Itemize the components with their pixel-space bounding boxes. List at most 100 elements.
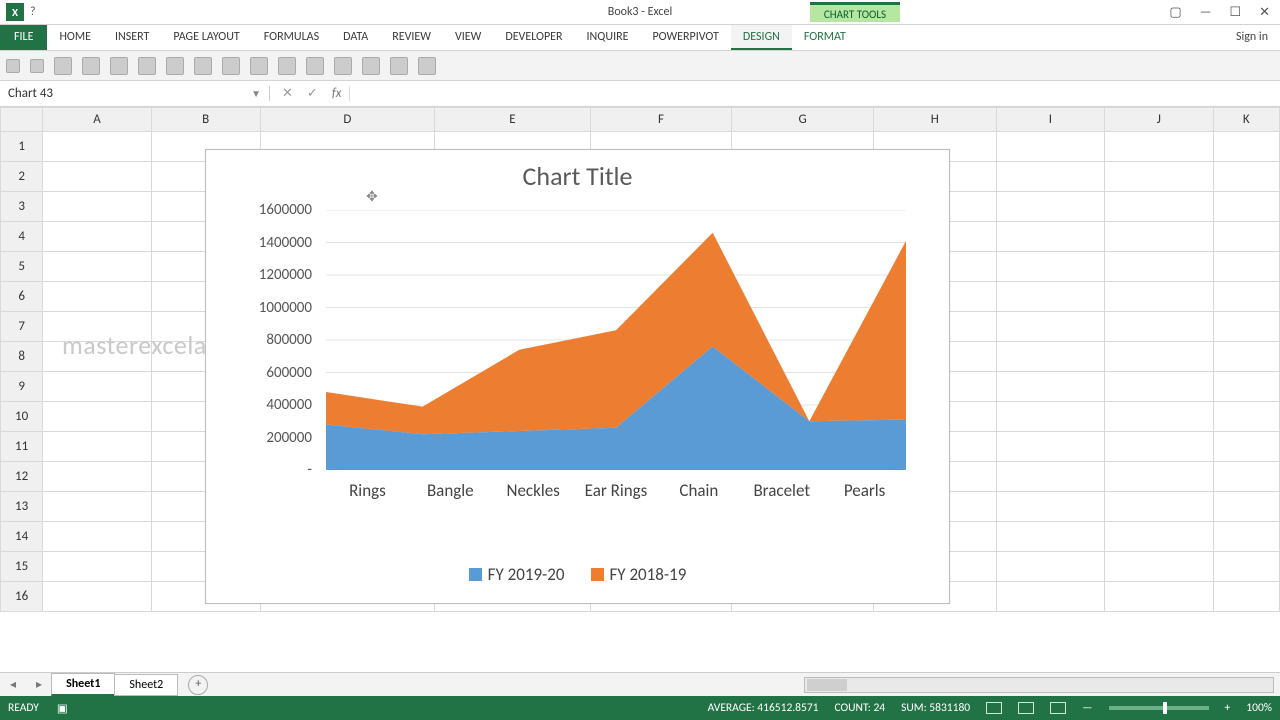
- tab-design[interactable]: DESIGN: [731, 25, 792, 50]
- cell[interactable]: [1213, 342, 1279, 372]
- tab-home[interactable]: HOME: [47, 25, 103, 50]
- cell[interactable]: [1105, 402, 1213, 432]
- cell[interactable]: [43, 162, 152, 192]
- column-header[interactable]: A: [43, 108, 152, 132]
- tab-data[interactable]: DATA: [331, 25, 380, 50]
- cell[interactable]: [996, 312, 1104, 342]
- cell[interactable]: [1213, 432, 1279, 462]
- cell[interactable]: [1105, 162, 1213, 192]
- legend[interactable]: FY 2019-20 FY 2018-19: [206, 564, 949, 585]
- column-header[interactable]: I: [996, 108, 1104, 132]
- ribbon-button[interactable]: [278, 57, 296, 75]
- ribbon-button[interactable]: [222, 57, 240, 75]
- quick-access-icon[interactable]: [30, 59, 44, 73]
- row-header[interactable]: 14: [1, 522, 43, 552]
- help-icon[interactable]: ?: [30, 5, 36, 19]
- ribbon-display-options-icon[interactable]: ▢: [1169, 5, 1181, 20]
- maximize-icon[interactable]: ☐: [1229, 5, 1241, 20]
- add-sheet-button[interactable]: +: [188, 675, 208, 695]
- normal-view-icon[interactable]: [986, 702, 1002, 714]
- column-header[interactable]: J: [1105, 108, 1213, 132]
- ribbon-button[interactable]: [418, 57, 436, 75]
- cell[interactable]: [996, 522, 1104, 552]
- embedded-chart[interactable]: Chart Title ✥ 16000001400000120000010000…: [205, 149, 950, 604]
- sheet-tab-sheet1[interactable]: Sheet1: [51, 673, 115, 696]
- fx-icon[interactable]: fx: [332, 86, 351, 101]
- ribbon-button[interactable]: [306, 57, 324, 75]
- column-header[interactable]: G: [732, 108, 874, 132]
- minimize-icon[interactable]: —: [1200, 5, 1212, 20]
- cell[interactable]: [43, 432, 152, 462]
- tab-powerpivot[interactable]: POWERPIVOT: [640, 25, 730, 50]
- ribbon-button[interactable]: [362, 57, 380, 75]
- column-header[interactable]: D: [260, 108, 435, 132]
- ribbon-button[interactable]: [138, 57, 156, 75]
- cell[interactable]: [996, 162, 1104, 192]
- cell[interactable]: [43, 372, 152, 402]
- row-header[interactable]: 8: [1, 342, 43, 372]
- column-header[interactable]: K: [1213, 108, 1279, 132]
- tab-format[interactable]: FORMAT: [792, 25, 858, 50]
- cell[interactable]: [1105, 222, 1213, 252]
- cell[interactable]: [43, 402, 152, 432]
- sheet-tab-sheet2[interactable]: Sheet2: [114, 674, 178, 696]
- column-header[interactable]: E: [435, 108, 591, 132]
- cell[interactable]: [1213, 492, 1279, 522]
- cell[interactable]: [996, 462, 1104, 492]
- cell[interactable]: [1105, 132, 1213, 162]
- cell[interactable]: [43, 282, 152, 312]
- tab-page-layout[interactable]: PAGE LAYOUT: [161, 25, 251, 50]
- cell[interactable]: [996, 342, 1104, 372]
- ribbon-button[interactable]: [194, 57, 212, 75]
- cell[interactable]: [43, 582, 152, 612]
- ribbon-button[interactable]: [82, 57, 100, 75]
- ribbon-button[interactable]: [334, 57, 352, 75]
- row-header[interactable]: 9: [1, 372, 43, 402]
- cell[interactable]: [996, 402, 1104, 432]
- ribbon-button[interactable]: [390, 57, 408, 75]
- cell[interactable]: [43, 252, 152, 282]
- column-header[interactable]: H: [873, 108, 996, 132]
- ribbon-button[interactable]: [166, 57, 184, 75]
- macro-record-icon[interactable]: ▣: [57, 701, 68, 716]
- chart-title[interactable]: Chart Title: [206, 160, 949, 192]
- cell[interactable]: [43, 522, 152, 552]
- cell[interactable]: [43, 132, 152, 162]
- cell[interactable]: [1213, 552, 1279, 582]
- cell[interactable]: [1105, 522, 1213, 552]
- cell[interactable]: [1213, 582, 1279, 612]
- name-box[interactable]: Chart 43 ▼: [0, 86, 270, 101]
- cell[interactable]: [996, 552, 1104, 582]
- row-header[interactable]: 7: [1, 312, 43, 342]
- cell[interactable]: [1105, 312, 1213, 342]
- close-icon[interactable]: ✕: [1259, 5, 1270, 20]
- zoom-level[interactable]: 100%: [1246, 701, 1272, 715]
- tab-view[interactable]: VIEW: [443, 25, 493, 50]
- cell[interactable]: [1213, 372, 1279, 402]
- tab-inquire[interactable]: INQUIRE: [575, 25, 641, 50]
- row-header[interactable]: 4: [1, 222, 43, 252]
- cell[interactable]: [1213, 282, 1279, 312]
- cell[interactable]: [1213, 222, 1279, 252]
- cell[interactable]: [1105, 432, 1213, 462]
- enter-formula-icon[interactable]: ✓: [307, 86, 318, 101]
- cell[interactable]: [1213, 132, 1279, 162]
- cell[interactable]: [996, 222, 1104, 252]
- row-header[interactable]: 13: [1, 492, 43, 522]
- cell[interactable]: [996, 252, 1104, 282]
- row-header[interactable]: 6: [1, 282, 43, 312]
- cell[interactable]: [996, 582, 1104, 612]
- page-break-view-icon[interactable]: [1050, 702, 1066, 714]
- cell[interactable]: [1105, 372, 1213, 402]
- cell[interactable]: [1213, 162, 1279, 192]
- cell[interactable]: [1105, 492, 1213, 522]
- sheet-nav-next-icon[interactable]: ▸: [26, 677, 52, 692]
- cell[interactable]: [996, 282, 1104, 312]
- sheet-nav-prev-icon[interactable]: ◂: [0, 677, 26, 692]
- cell[interactable]: [43, 192, 152, 222]
- row-header[interactable]: 3: [1, 192, 43, 222]
- save-icon[interactable]: [6, 59, 20, 73]
- cell[interactable]: [43, 552, 152, 582]
- cell[interactable]: [43, 312, 152, 342]
- tab-formulas[interactable]: FORMULAS: [252, 25, 331, 50]
